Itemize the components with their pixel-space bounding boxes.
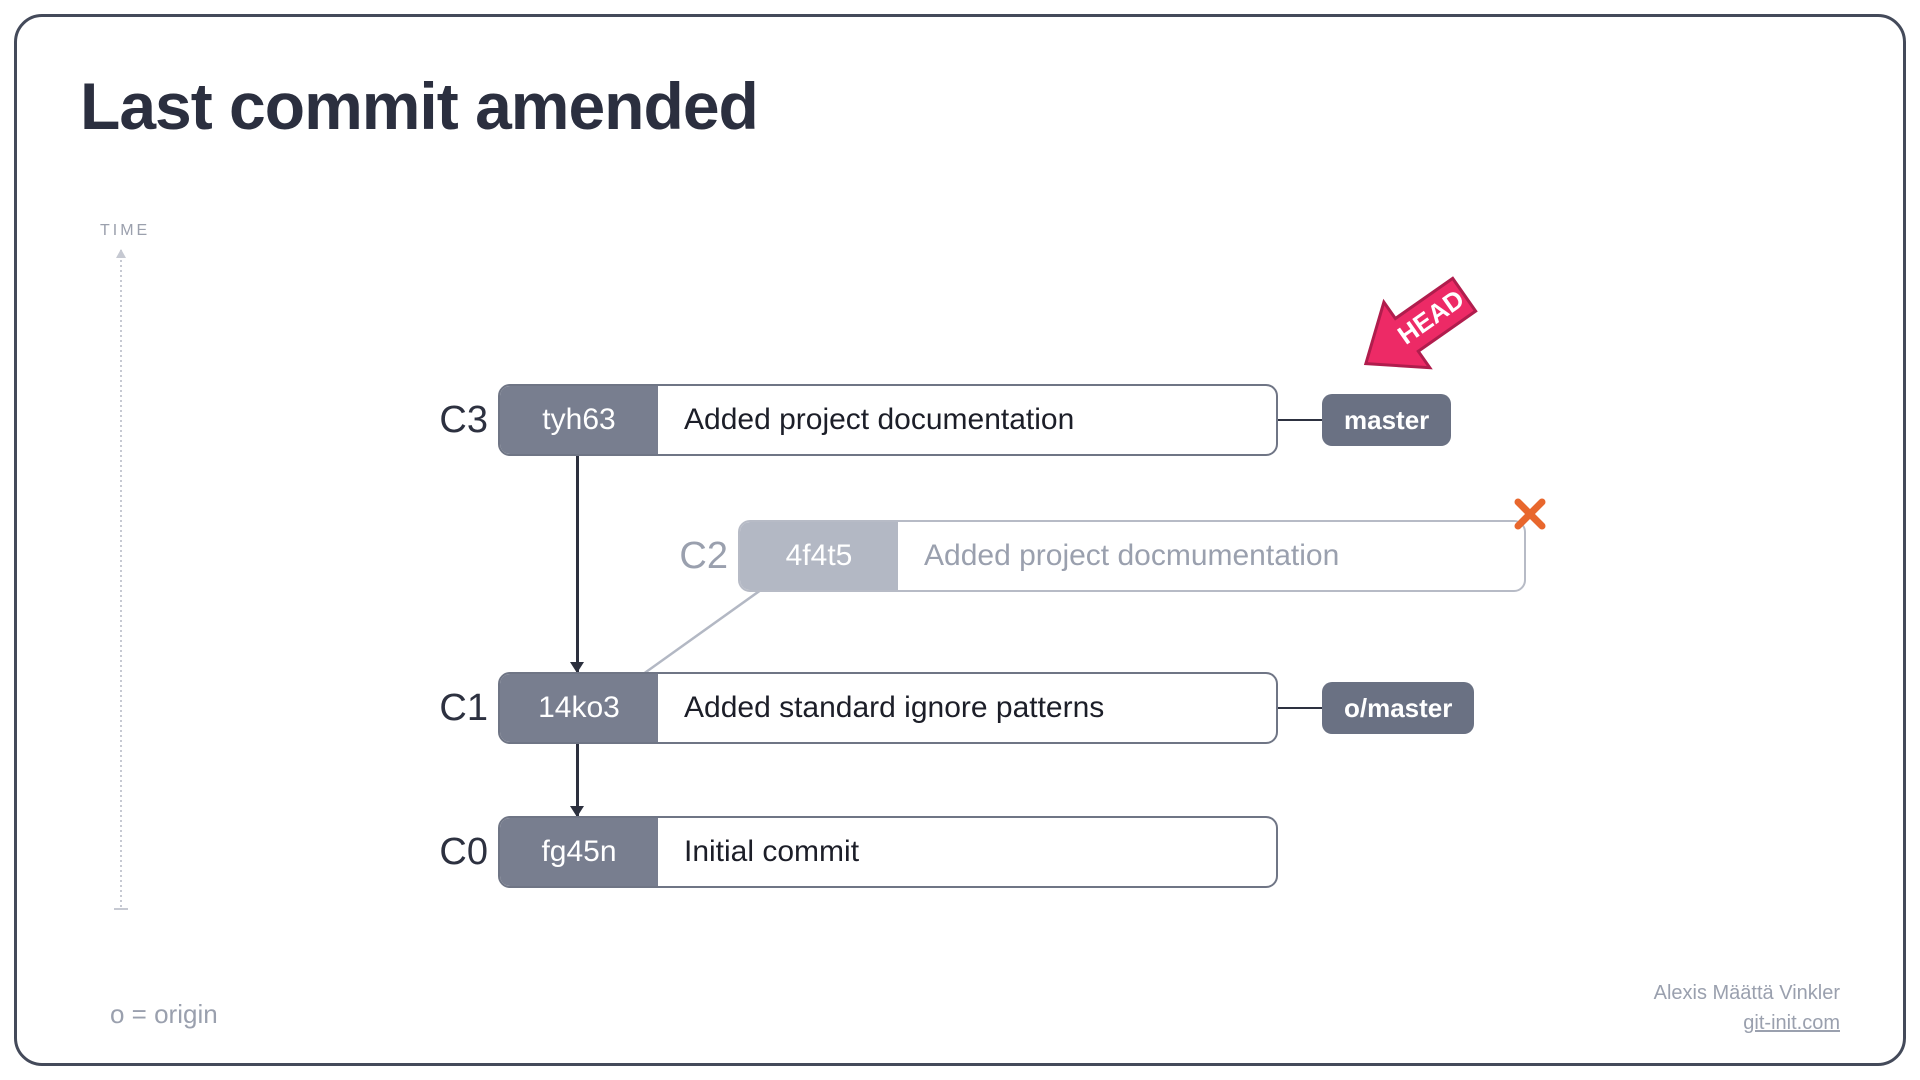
time-axis-label: TIME bbox=[100, 222, 150, 240]
legend-origin: o = origin bbox=[110, 999, 218, 1030]
attribution: Alexis Määttä Vinkler git-init.com bbox=[1654, 978, 1840, 1038]
commit-box-c0: fg45n Initial commit bbox=[498, 816, 1278, 888]
commit-label-c3: C3 bbox=[380, 399, 488, 442]
commit-message-c0: Initial commit bbox=[658, 835, 1276, 869]
commit-message-c1: Added standard ignore patterns bbox=[658, 691, 1276, 725]
commit-message-c2: Added project docmumentation bbox=[898, 539, 1524, 573]
commit-row-c1: C1 14ko3 Added standard ignore patterns … bbox=[380, 672, 1474, 744]
commit-box-c2: 4f4t5 Added project docmumentation bbox=[738, 520, 1526, 592]
commit-hash-c3: tyh63 bbox=[500, 386, 658, 454]
branch-link-line bbox=[1278, 419, 1322, 421]
commit-hash-c1: 14ko3 bbox=[500, 674, 658, 742]
commit-row-c0: C0 fg45n Initial commit bbox=[380, 816, 1278, 888]
head-pointer-arrow-icon: HEAD bbox=[1350, 260, 1530, 400]
branch-tag-omaster: o/master bbox=[1322, 682, 1474, 734]
branch-link-line bbox=[1278, 707, 1322, 709]
branch-tag-master: master bbox=[1322, 394, 1451, 446]
commit-label-c2: C2 bbox=[620, 535, 728, 578]
arrow-c1-c0 bbox=[576, 744, 579, 816]
commit-label-c1: C1 bbox=[380, 687, 488, 730]
commit-row-c2: C2 4f4t5 Added project docmumentation bbox=[620, 520, 1526, 592]
commit-message-c3: Added project documentation bbox=[658, 403, 1276, 437]
arrow-c3-c1 bbox=[576, 456, 579, 672]
time-axis-line bbox=[120, 250, 122, 910]
delete-x-icon bbox=[1512, 496, 1548, 532]
commit-row-c3: C3 tyh63 Added project documentation mas… bbox=[380, 384, 1451, 456]
commit-hash-c0: fg45n bbox=[500, 818, 658, 886]
author-name: Alexis Määttä Vinkler bbox=[1654, 978, 1840, 1008]
site-link: git-init.com bbox=[1654, 1008, 1840, 1038]
commit-box-c1: 14ko3 Added standard ignore patterns bbox=[498, 672, 1278, 744]
commit-hash-c2: 4f4t5 bbox=[740, 522, 898, 590]
page-title: Last commit amended bbox=[80, 68, 758, 144]
commit-box-c3: tyh63 Added project documentation bbox=[498, 384, 1278, 456]
commit-label-c0: C0 bbox=[380, 831, 488, 874]
